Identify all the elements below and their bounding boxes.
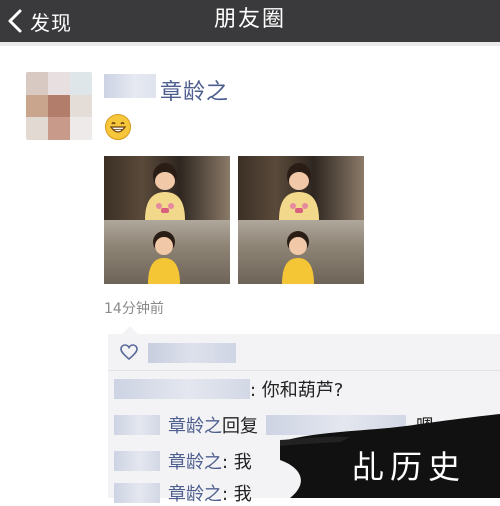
child-in-sweater-image	[145, 163, 185, 220]
commenter-name[interactable]: 章龄之	[168, 448, 222, 474]
name-redaction	[104, 74, 156, 98]
commenter-redaction	[114, 379, 250, 399]
commenter-name[interactable]: 章龄之	[168, 480, 222, 506]
grinning-face-icon	[105, 114, 131, 140]
commenter-name[interactable]: 章龄之	[168, 412, 222, 438]
top-nav-bar: 发现 朋友圈	[0, 0, 500, 42]
commenter-redaction	[114, 415, 160, 435]
likes-redaction	[148, 343, 236, 363]
comment-row[interactable]: 章龄之 : 我	[114, 480, 252, 506]
comment-row[interactable]: : 你和葫芦?	[114, 376, 343, 402]
child-in-chair-image	[148, 231, 180, 284]
photo-right[interactable]	[238, 156, 364, 284]
comment-tail: : 我	[222, 452, 252, 473]
photo-left[interactable]	[104, 156, 230, 284]
comment-tail: : 我	[222, 484, 252, 505]
page-title: 朋友圈	[213, 7, 286, 32]
nav-divider	[0, 42, 500, 46]
child-in-sweater-image	[279, 163, 319, 220]
commenter-redaction	[114, 451, 160, 471]
child-in-chair-image	[282, 231, 314, 284]
watermark-text: 乩历史	[352, 448, 467, 486]
photo-grid	[104, 156, 364, 286]
reply-word: 回复	[222, 416, 258, 437]
comment-text: : 你和葫芦?	[250, 380, 344, 401]
heart-outline-icon	[120, 344, 138, 360]
post-timestamp: 14分钟前	[104, 301, 164, 317]
author-name[interactable]: 章龄之	[160, 74, 229, 106]
comment-row[interactable]: 章龄之 : 我	[114, 448, 252, 474]
likes-row	[108, 334, 500, 371]
avatar[interactable]	[26, 72, 92, 140]
commenter-redaction	[114, 483, 160, 503]
